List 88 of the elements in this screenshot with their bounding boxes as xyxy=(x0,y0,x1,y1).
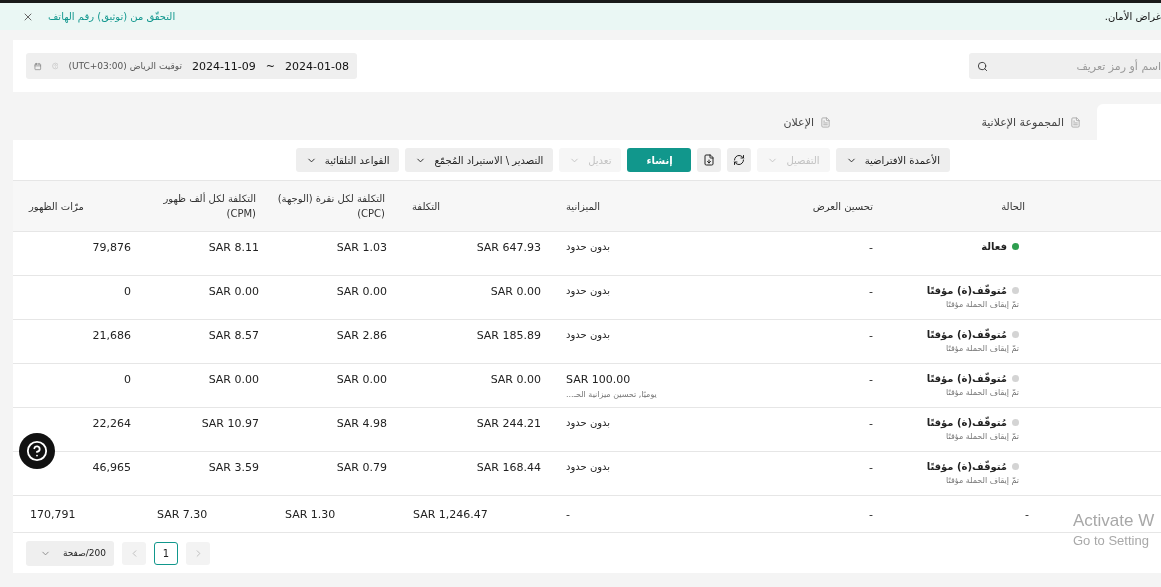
cpm-cell: SAR 10.97 xyxy=(201,417,259,430)
download-button[interactable] xyxy=(697,148,722,172)
question-mark-icon xyxy=(26,440,48,462)
total-cell: - xyxy=(566,507,570,521)
budget-amount: SAR 100.00 xyxy=(566,373,631,386)
optimization-cell: - xyxy=(869,461,873,474)
budget-amount: بدون حدود xyxy=(566,241,611,252)
column-header: تحسين العرض xyxy=(812,199,873,214)
cpm-cell: SAR 0.00 xyxy=(208,373,259,386)
budget-amount: بدون حدود xyxy=(566,285,611,296)
status-label: مُتوقّف(ة) مؤقتًا xyxy=(926,329,1007,340)
dropdown-button[interactable]: التصدير \ الاستيراد المُجمّع xyxy=(405,148,554,172)
end-date: 2024-11-09 xyxy=(191,59,256,73)
optimization-cell: - xyxy=(869,373,873,386)
budget-amount: بدون حدود xyxy=(566,417,611,428)
column-header: مرّات الظهور xyxy=(29,199,84,214)
column-header: التكلفة لكل ألف ظهور (CPM) xyxy=(162,191,256,221)
cpm-cell: SAR 8.11 xyxy=(208,241,259,254)
status-note: تمّ إيقاف الحملة مؤقتًا xyxy=(946,476,1019,485)
cpm-cell: SAR 3.59 xyxy=(208,461,259,474)
impressions-cell: 79,876 xyxy=(92,241,131,254)
status-label: مُتوقّف(ة) مؤقتًا xyxy=(926,373,1007,384)
page-size-select[interactable]: 200/صفحة xyxy=(26,540,114,566)
total-cell: 170,791 xyxy=(30,507,76,521)
column-header: الحالة xyxy=(1001,199,1025,214)
status-note: تمّ إيقاف الحملة مؤقتًا xyxy=(946,300,1019,309)
search-placeholder: اسم أو رمز تعريف xyxy=(1075,59,1161,73)
dropdown-button[interactable]: الأعمدة الافتراضية xyxy=(835,148,950,172)
status-label: مُتوقّف(ة) مؤقتًا xyxy=(926,417,1007,428)
timezone-label: توقيت الرياض (UTC+03:00) xyxy=(68,61,182,71)
status-note: تمّ إيقاف الحملة مؤقتًا xyxy=(946,388,1019,397)
document-icon xyxy=(1070,116,1081,128)
cpc-cell: SAR 0.79 xyxy=(336,461,387,474)
refresh-icon xyxy=(733,154,746,166)
column-header: الميزانية xyxy=(566,199,601,214)
cost-cell: SAR 168.44 xyxy=(476,461,541,474)
impressions-cell: 21,686 xyxy=(92,329,131,342)
create-button[interactable]: إنشاء xyxy=(627,148,692,172)
tab[interactable]: الإعلان xyxy=(597,104,847,140)
help-icon xyxy=(51,61,59,71)
impressions-cell: 0 xyxy=(124,373,131,386)
cost-cell: SAR 185.89 xyxy=(476,329,541,342)
status-label: مُتوقّف(ة) مؤقتًا xyxy=(926,461,1007,472)
cpc-cell: SAR 0.00 xyxy=(336,285,387,298)
cpc-cell: SAR 4.98 xyxy=(336,417,387,430)
status-note: تمّ إيقاف الحملة مؤقتًا xyxy=(946,432,1019,441)
page-button[interactable]: 1 xyxy=(154,541,178,565)
status-note: تمّ إيقاف الحملة مؤقتًا xyxy=(946,344,1019,353)
tab[interactable]: المجموعة الإعلانية xyxy=(847,104,1097,140)
optimization-cell: - xyxy=(869,285,873,298)
total-cell: - xyxy=(1025,507,1029,521)
impressions-cell: 46,965 xyxy=(92,461,131,474)
cpc-cell: SAR 1.03 xyxy=(336,241,387,254)
cpm-cell: SAR 0.00 xyxy=(208,285,259,298)
notice-text: غراض الأمان. xyxy=(1104,11,1161,22)
cost-cell: SAR 0.00 xyxy=(490,285,541,298)
cost-cell: SAR 647.93 xyxy=(476,241,541,254)
total-cell: SAR 7.30 xyxy=(157,507,208,521)
dropdown-button[interactable]: القواعد التلقائية xyxy=(295,148,400,172)
activation-title: Activate W xyxy=(1073,511,1155,531)
cpc-cell: SAR 0.00 xyxy=(336,373,387,386)
cost-cell: SAR 244.21 xyxy=(476,417,541,430)
status-label: فعالة xyxy=(981,241,1007,252)
search-icon xyxy=(977,60,988,72)
total-cell: SAR 1.30 xyxy=(285,507,336,521)
optimization-cell: - xyxy=(869,241,873,254)
optimization-cell: - xyxy=(869,417,873,430)
start-date: 2024-01-08 xyxy=(285,59,349,73)
total-cell: SAR 1,246.47 xyxy=(413,507,488,521)
cpm-cell: SAR 8.57 xyxy=(208,329,259,342)
impressions-cell: 22,264 xyxy=(92,417,131,430)
file-download-icon xyxy=(703,154,716,166)
optimization-cell: - xyxy=(869,329,873,342)
calendar-icon xyxy=(34,60,42,72)
total-cell: - xyxy=(869,507,873,521)
cost-cell: SAR 0.00 xyxy=(490,373,541,386)
refresh-button[interactable] xyxy=(727,148,752,172)
column-header: التكلفة لكل نقرة (الوجهة) (CPC) xyxy=(276,192,385,221)
budget-amount: بدون حدود xyxy=(566,329,611,340)
status-label: مُتوقّف(ة) مؤقتًا xyxy=(926,285,1007,296)
budget-amount: بدون حدود xyxy=(566,461,611,472)
date-separator: ~ xyxy=(265,59,276,73)
activation-hint: Go to Setting xyxy=(1073,533,1150,548)
document-icon xyxy=(820,116,831,128)
impressions-cell: 0 xyxy=(124,285,131,298)
budget-note: يوميًا, تحسين ميزانية الحـ... xyxy=(566,390,657,399)
cpc-cell: SAR 2.86 xyxy=(336,329,387,342)
column-header: التكلفة xyxy=(412,199,441,214)
